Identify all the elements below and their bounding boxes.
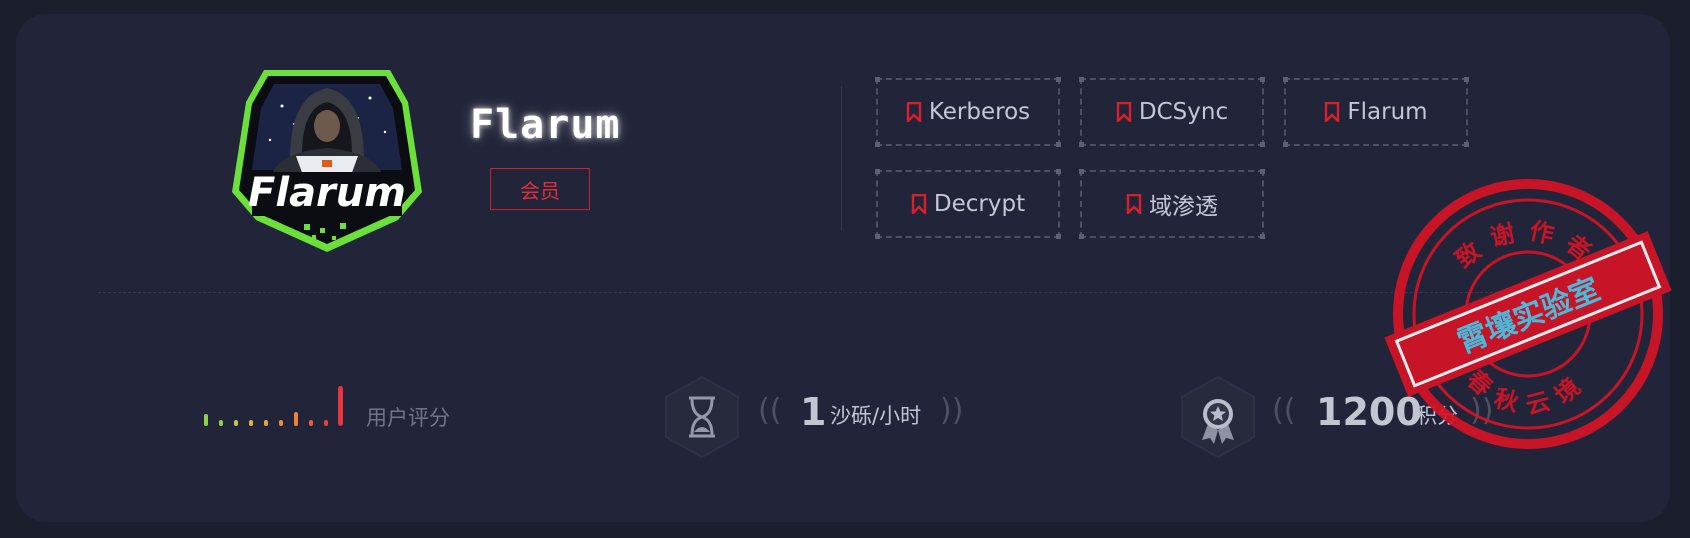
bookmark-icon [906, 102, 922, 122]
challenge-title: Flarum [470, 102, 621, 148]
paren-left: (( [758, 393, 782, 428]
tag-label: DCSync [1138, 99, 1229, 125]
flarum-logo-icon: Flarum [232, 70, 422, 252]
bookmark-icon [1325, 102, 1340, 122]
time-unit: 沙砾/小时 [830, 404, 922, 428]
medal-icon [1181, 375, 1255, 459]
tag-label: 域渗透 [1149, 194, 1218, 220]
paren-left: (( [1272, 393, 1296, 428]
vertical-divider [841, 86, 842, 230]
tag-label: Kerberos [928, 99, 1031, 125]
logo-text: Flarum [248, 170, 406, 216]
tag-label: Flarum [1347, 99, 1428, 125]
tag-decrypt[interactable]: Decrypt [875, 169, 1061, 239]
bookmark-icon [1126, 194, 1142, 214]
rating-label: 用户评分 [366, 406, 450, 430]
tag-kerberos[interactable]: Kerberos [875, 77, 1061, 147]
tag-domain-pentest[interactable]: 域渗透 [1079, 169, 1265, 239]
bookmark-icon [1116, 102, 1132, 122]
tag-flarum[interactable]: Flarum [1283, 77, 1469, 147]
paren-right: )) [940, 393, 964, 428]
tag-dcsync[interactable]: DCSync [1079, 77, 1265, 147]
signal-bars-icon [204, 386, 343, 426]
hourglass-icon [665, 375, 739, 459]
stamp-bottom-text: 春秋云境 [1461, 365, 1583, 420]
svg-text:春秋云境: 春秋云境 [1461, 365, 1595, 420]
time-value: 1 [800, 390, 827, 434]
tag-label: Decrypt [933, 191, 1026, 217]
bookmark-icon [911, 194, 927, 214]
stamp-seal-icon: 致谢作者 春秋云境 霄壤实验室 [1384, 179, 1672, 449]
member-badge: 会员 [490, 168, 590, 210]
